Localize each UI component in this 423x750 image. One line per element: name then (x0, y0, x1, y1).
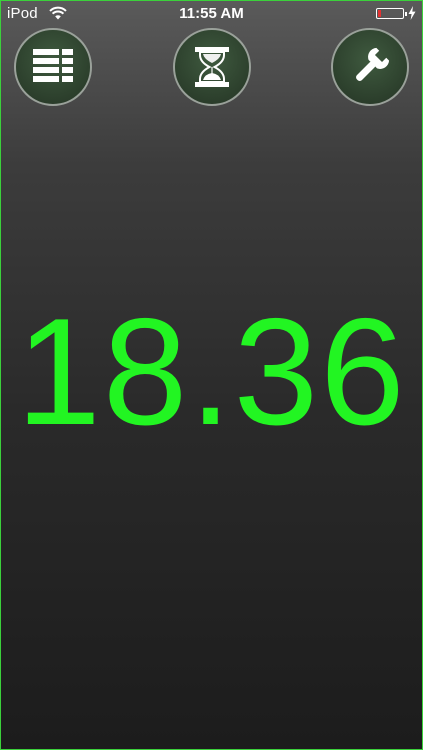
settings-button[interactable] (331, 28, 409, 106)
timer-button[interactable] (173, 28, 251, 106)
status-bar: iPod 11:55 AM (1, 1, 422, 27)
hourglass-icon (195, 47, 229, 87)
app-screen: iPod 11:55 AM 18.36 (0, 0, 423, 750)
list-button[interactable] (14, 28, 92, 106)
list-icon (33, 49, 73, 82)
status-time: 11:55 AM (179, 5, 244, 22)
battery-icon (376, 8, 407, 19)
battery-level-fill (378, 10, 381, 17)
charging-bolt-icon (408, 6, 416, 20)
wrench-icon (356, 47, 390, 81)
elapsed-time-display: 18.36 (16, 287, 407, 457)
